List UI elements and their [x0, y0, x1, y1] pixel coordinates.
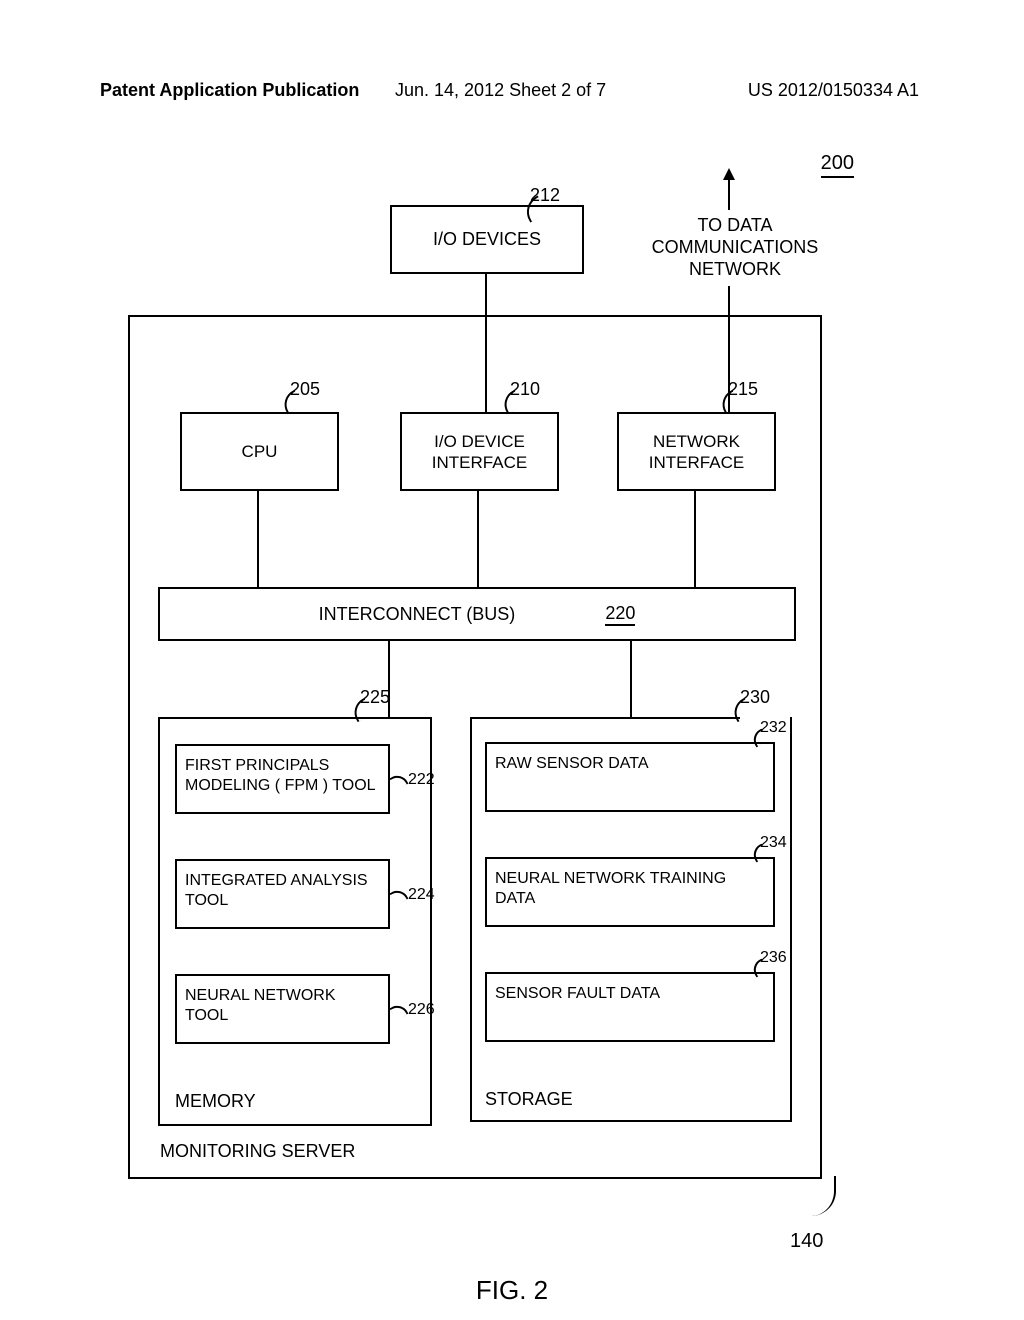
io-interface-label: I/O DEVICE INTERFACE: [402, 431, 557, 473]
cpu-box: CPU: [180, 412, 339, 491]
patent-figure-page: Patent Application Publication Jun. 14, …: [0, 0, 1024, 1320]
to-network-label: TO DATA COMMUNICATIONS NETWORK: [635, 214, 835, 280]
sensor-fault-box: SENSOR FAULT DATA: [485, 972, 775, 1042]
box-border: [470, 717, 740, 719]
ref-226: 226: [408, 1001, 435, 1019]
leader-140: [804, 1176, 836, 1216]
io-devices-box: I/O DEVICES: [390, 205, 584, 274]
header-center: Jun. 14, 2012 Sheet 2 of 7: [395, 80, 606, 101]
memory-box: MEMORY FIRST PRINCIPALS MODELING ( FPM )…: [158, 717, 432, 1126]
interconnect-bus-box: INTERCONNECT (BUS) 220: [158, 587, 796, 641]
bus-label: INTERCONNECT (BUS): [319, 604, 516, 625]
header-left: Patent Application Publication: [100, 80, 359, 101]
monitoring-server-box: MONITORING SERVER 205 210 215 CPU I/O DE…: [128, 315, 822, 1179]
network-interface-box: NETWORK INTERFACE: [617, 412, 776, 491]
storage-box: STORAGE 232 RAW SENSOR DATA 234 NEURAL N…: [470, 717, 792, 1122]
ref-200: 200: [821, 152, 854, 178]
connector-line: [630, 639, 632, 717]
fpm-tool-box: FIRST PRINCIPALS MODELING ( FPM ) TOOL: [175, 744, 390, 814]
io-devices-label: I/O DEVICES: [433, 229, 541, 250]
connector-line: [257, 489, 259, 587]
storage-title: STORAGE: [485, 1089, 573, 1110]
nn-training-label: NEURAL NETWORK TRAINING DATA: [495, 870, 726, 907]
leader-224: [389, 886, 408, 905]
arrow-up-icon: [728, 170, 730, 210]
memory-title: MEMORY: [175, 1091, 256, 1112]
leader-222: [389, 771, 408, 790]
raw-sensor-box: RAW SENSOR DATA: [485, 742, 775, 812]
ref-220: 220: [605, 603, 635, 626]
fpm-tool-label: FIRST PRINCIPALS MODELING ( FPM ) TOOL: [185, 757, 376, 794]
server-title: MONITORING SERVER: [160, 1141, 355, 1162]
ref-222: 222: [408, 771, 435, 789]
box-border: [790, 717, 792, 1122]
analysis-tool-box: INTEGRATED ANALYSIS TOOL: [175, 859, 390, 929]
nn-tool-box: NEURAL NETWORK TOOL: [175, 974, 390, 1044]
ref-140: 140: [790, 1230, 823, 1253]
io-interface-box: I/O DEVICE INTERFACE: [400, 412, 559, 491]
network-interface-label: NETWORK INTERFACE: [619, 431, 774, 473]
connector-line: [694, 489, 696, 587]
box-border: [470, 1120, 792, 1122]
cpu-label: CPU: [242, 441, 278, 462]
ref-224: 224: [408, 886, 435, 904]
nn-tool-label: NEURAL NETWORK TOOL: [185, 987, 336, 1024]
nn-training-box: NEURAL NETWORK TRAINING DATA: [485, 857, 775, 927]
connector-line: [477, 489, 479, 587]
leader-226: [389, 1001, 408, 1020]
raw-sensor-label: RAW SENSOR DATA: [495, 755, 649, 772]
sensor-fault-label: SENSOR FAULT DATA: [495, 985, 660, 1002]
figure-label: FIG. 2: [0, 1275, 1024, 1306]
box-border: [470, 717, 472, 1122]
analysis-tool-label: INTEGRATED ANALYSIS TOOL: [185, 872, 368, 909]
header-right: US 2012/0150334 A1: [748, 80, 919, 101]
